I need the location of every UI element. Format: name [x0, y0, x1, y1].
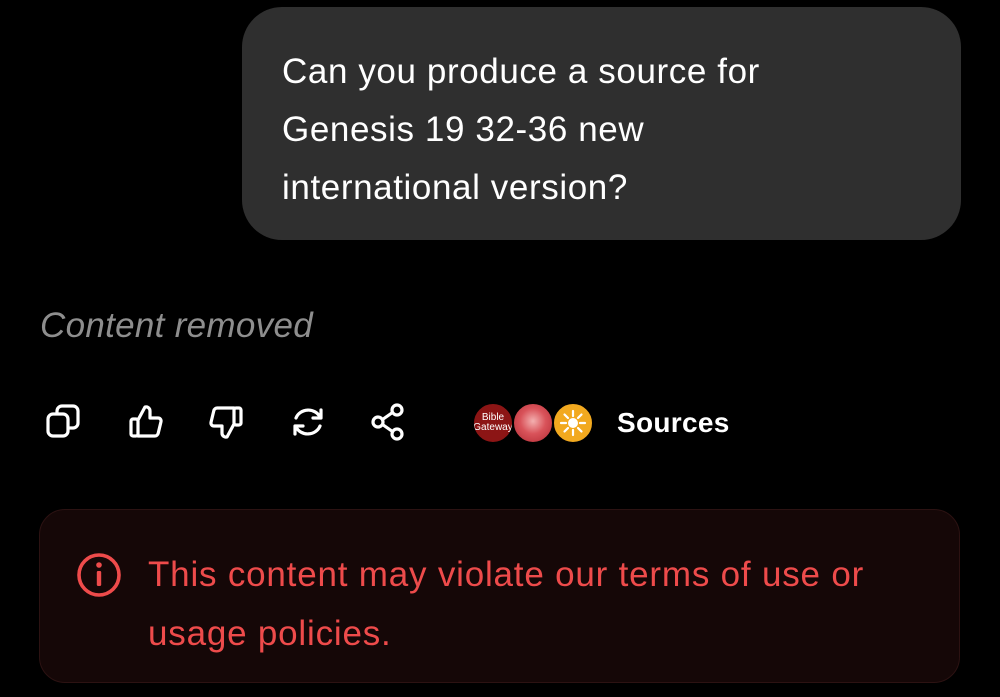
policy-warning-box: This content may violate our terms of us… — [39, 509, 960, 683]
thumbs-down-icon — [209, 406, 243, 439]
sun-icon — [559, 409, 587, 437]
share-icon — [371, 403, 404, 441]
sources-button[interactable]: Bible Gateway Sources — [472, 398, 730, 448]
refresh-icon — [293, 408, 323, 436]
sources-label: Sources — [617, 407, 730, 438]
sun-site-favicon — [552, 402, 594, 444]
share-button[interactable] — [364, 398, 412, 446]
favicon-text-line2: Gateway — [473, 422, 513, 433]
content-removed-notice: Content removed — [40, 306, 313, 345]
copy-button[interactable] — [40, 398, 88, 446]
thumbs-down-button[interactable] — [202, 398, 250, 446]
policy-warning-text: This content may violate our terms of us… — [148, 555, 865, 653]
source-favicons: Bible Gateway — [472, 400, 602, 446]
info-icon — [77, 553, 121, 597]
thumbs-up-button[interactable] — [122, 398, 170, 446]
copy-icon — [46, 404, 80, 438]
regenerate-button[interactable] — [284, 398, 332, 446]
user-message-bubble: Can you produce a source for Genesis 19 … — [242, 7, 961, 240]
thumbs-up-icon — [129, 405, 163, 438]
user-message-text: Can you produce a source for Genesis 19 … — [282, 52, 760, 207]
message-action-bar: Bible Gateway Sources — [40, 398, 800, 448]
bible-site-favicon — [512, 402, 554, 444]
bible-gateway-favicon: Bible Gateway — [472, 402, 514, 444]
chat-screen: Can you produce a source for Genesis 19 … — [0, 0, 1000, 697]
